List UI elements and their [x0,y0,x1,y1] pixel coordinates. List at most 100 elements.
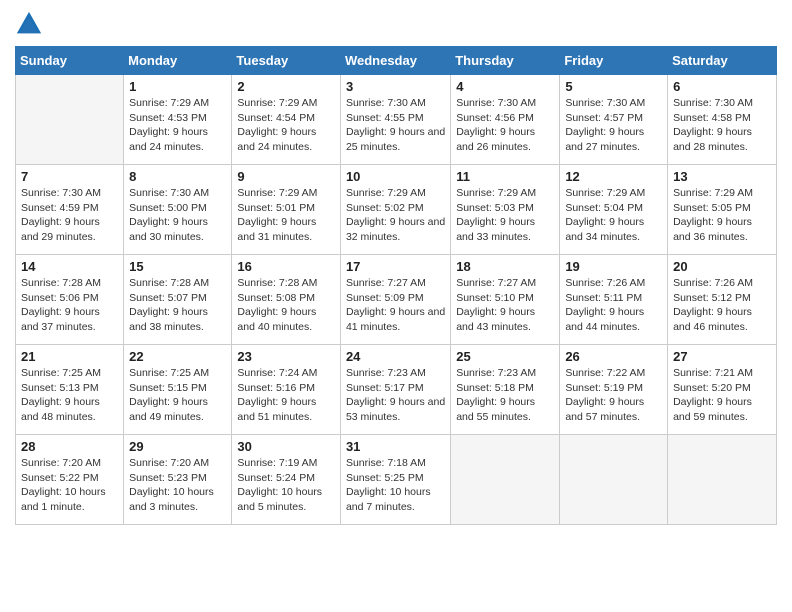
day-info: Sunrise: 7:30 AM Sunset: 4:59 PM Dayligh… [21,186,118,245]
day-info: Sunrise: 7:30 AM Sunset: 5:00 PM Dayligh… [129,186,226,245]
day-info: Sunrise: 7:24 AM Sunset: 5:16 PM Dayligh… [237,366,335,425]
day-info: Sunrise: 7:30 AM Sunset: 4:55 PM Dayligh… [346,96,445,155]
calendar-cell [451,435,560,525]
calendar-cell: 7 Sunrise: 7:30 AM Sunset: 4:59 PM Daylig… [16,165,124,255]
day-number: 23 [237,349,335,364]
week-row-5: 28 Sunrise: 7:20 AM Sunset: 5:22 PM Dayli… [16,435,777,525]
day-info: Sunrise: 7:25 AM Sunset: 5:15 PM Dayligh… [129,366,226,425]
calendar-cell: 30Sunrise: 7:19 AM Sunset: 5:24 PM Dayli… [232,435,341,525]
day-number: 20 [673,259,771,274]
day-number: 12 [565,169,662,184]
day-info: Sunrise: 7:23 AM Sunset: 5:17 PM Dayligh… [346,366,445,425]
day-number: 1 [129,79,226,94]
day-number: 13 [673,169,771,184]
day-info: Sunrise: 7:26 AM Sunset: 5:11 PM Dayligh… [565,276,662,335]
day-info: Sunrise: 7:22 AM Sunset: 5:19 PM Dayligh… [565,366,662,425]
day-info: Sunrise: 7:21 AM Sunset: 5:20 PM Dayligh… [673,366,771,425]
calendar-cell: 8 Sunrise: 7:30 AM Sunset: 5:00 PM Daylig… [124,165,232,255]
calendar-cell: 16 Sunrise: 7:28 AM Sunset: 5:08 PM Dayli… [232,255,341,345]
day-info: Sunrise: 7:30 AM Sunset: 4:56 PM Dayligh… [456,96,554,155]
day-info: Sunrise: 7:20 AM Sunset: 5:22 PM Dayligh… [21,456,118,515]
calendar-cell: 18Sunrise: 7:27 AM Sunset: 5:10 PM Dayli… [451,255,560,345]
day-number: 27 [673,349,771,364]
day-info: Sunrise: 7:28 AM Sunset: 5:07 PM Dayligh… [129,276,226,335]
day-info: Sunrise: 7:30 AM Sunset: 4:57 PM Dayligh… [565,96,662,155]
header-day-sunday: Sunday [16,47,124,75]
day-number: 10 [346,169,445,184]
day-info: Sunrise: 7:28 AM Sunset: 5:08 PM Dayligh… [237,276,335,335]
calendar-cell: 28 Sunrise: 7:20 AM Sunset: 5:22 PM Dayli… [16,435,124,525]
day-number: 8 [129,169,226,184]
week-row-3: 14 Sunrise: 7:28 AM Sunset: 5:06 PM Dayli… [16,255,777,345]
header-day-monday: Monday [124,47,232,75]
day-number: 21 [21,349,118,364]
logo-icon [15,10,43,38]
day-info: Sunrise: 7:18 AM Sunset: 5:25 PM Dayligh… [346,456,445,515]
day-info: Sunrise: 7:29 AM Sunset: 5:05 PM Dayligh… [673,186,771,245]
header-day-tuesday: Tuesday [232,47,341,75]
calendar-cell: 20 Sunrise: 7:26 AM Sunset: 5:12 PM Dayli… [668,255,777,345]
calendar-cell: 15 Sunrise: 7:28 AM Sunset: 5:07 PM Dayli… [124,255,232,345]
day-info: Sunrise: 7:26 AM Sunset: 5:12 PM Dayligh… [673,276,771,335]
calendar-cell [16,75,124,165]
day-number: 26 [565,349,662,364]
calendar-cell: 24 Sunrise: 7:23 AM Sunset: 5:17 PM Dayli… [340,345,450,435]
week-row-2: 7 Sunrise: 7:30 AM Sunset: 4:59 PM Daylig… [16,165,777,255]
calendar-cell: 12 Sunrise: 7:29 AM Sunset: 5:04 PM Dayli… [560,165,668,255]
calendar-cell: 1Sunrise: 7:29 AM Sunset: 4:53 PM Daylig… [124,75,232,165]
calendar-cell: 26 Sunrise: 7:22 AM Sunset: 5:19 PM Dayli… [560,345,668,435]
calendar-cell: 13 Sunrise: 7:29 AM Sunset: 5:05 PM Dayli… [668,165,777,255]
day-number: 9 [237,169,335,184]
day-number: 14 [21,259,118,274]
day-info: Sunrise: 7:29 AM Sunset: 5:01 PM Dayligh… [237,186,335,245]
day-info: Sunrise: 7:20 AM Sunset: 5:23 PM Dayligh… [129,456,226,515]
calendar-cell: 6 Sunrise: 7:30 AM Sunset: 4:58 PM Daylig… [668,75,777,165]
day-info: Sunrise: 7:19 AM Sunset: 5:24 PM Dayligh… [237,456,335,515]
logo [15,10,47,38]
calendar-cell: 25 Sunrise: 7:23 AM Sunset: 5:18 PM Dayli… [451,345,560,435]
calendar-cell: 19 Sunrise: 7:26 AM Sunset: 5:11 PM Dayli… [560,255,668,345]
calendar-cell: 2 Sunrise: 7:29 AM Sunset: 4:54 PM Daylig… [232,75,341,165]
header-day-friday: Friday [560,47,668,75]
day-info: Sunrise: 7:29 AM Sunset: 5:02 PM Dayligh… [346,186,445,245]
calendar-cell: 17Sunrise: 7:27 AM Sunset: 5:09 PM Dayli… [340,255,450,345]
day-number: 4 [456,79,554,94]
calendar-header-row: SundayMondayTuesdayWednesdayThursdayFrid… [16,47,777,75]
calendar-table: SundayMondayTuesdayWednesdayThursdayFrid… [15,46,777,525]
calendar-cell: 22 Sunrise: 7:25 AM Sunset: 5:15 PM Dayli… [124,345,232,435]
calendar-cell: 5Sunrise: 7:30 AM Sunset: 4:57 PM Daylig… [560,75,668,165]
day-number: 2 [237,79,335,94]
day-info: Sunrise: 7:29 AM Sunset: 5:03 PM Dayligh… [456,186,554,245]
header-day-saturday: Saturday [668,47,777,75]
calendar-cell: 29 Sunrise: 7:20 AM Sunset: 5:23 PM Dayli… [124,435,232,525]
calendar-cell: 4 Sunrise: 7:30 AM Sunset: 4:56 PM Daylig… [451,75,560,165]
day-number: 7 [21,169,118,184]
day-info: Sunrise: 7:25 AM Sunset: 5:13 PM Dayligh… [21,366,118,425]
day-number: 18 [456,259,554,274]
day-info: Sunrise: 7:29 AM Sunset: 5:04 PM Dayligh… [565,186,662,245]
day-number: 19 [565,259,662,274]
calendar-cell: 23 Sunrise: 7:24 AM Sunset: 5:16 PM Dayli… [232,345,341,435]
day-number: 3 [346,79,445,94]
day-number: 16 [237,259,335,274]
day-info: Sunrise: 7:23 AM Sunset: 5:18 PM Dayligh… [456,366,554,425]
day-number: 24 [346,349,445,364]
calendar-cell: 9 Sunrise: 7:29 AM Sunset: 5:01 PM Daylig… [232,165,341,255]
day-number: 29 [129,439,226,454]
day-number: 25 [456,349,554,364]
calendar-cell [560,435,668,525]
day-info: Sunrise: 7:28 AM Sunset: 5:06 PM Dayligh… [21,276,118,335]
week-row-1: 1Sunrise: 7:29 AM Sunset: 4:53 PM Daylig… [16,75,777,165]
header-day-thursday: Thursday [451,47,560,75]
day-number: 6 [673,79,771,94]
calendar-cell: 10 Sunrise: 7:29 AM Sunset: 5:02 PM Dayli… [340,165,450,255]
day-number: 28 [21,439,118,454]
day-info: Sunrise: 7:30 AM Sunset: 4:58 PM Dayligh… [673,96,771,155]
day-number: 22 [129,349,226,364]
calendar-cell: 3 Sunrise: 7:30 AM Sunset: 4:55 PM Daylig… [340,75,450,165]
header-day-wednesday: Wednesday [340,47,450,75]
day-number: 15 [129,259,226,274]
day-info: Sunrise: 7:29 AM Sunset: 4:54 PM Dayligh… [237,96,335,155]
calendar-cell: 21 Sunrise: 7:25 AM Sunset: 5:13 PM Dayli… [16,345,124,435]
calendar-cell: 27 Sunrise: 7:21 AM Sunset: 5:20 PM Dayli… [668,345,777,435]
